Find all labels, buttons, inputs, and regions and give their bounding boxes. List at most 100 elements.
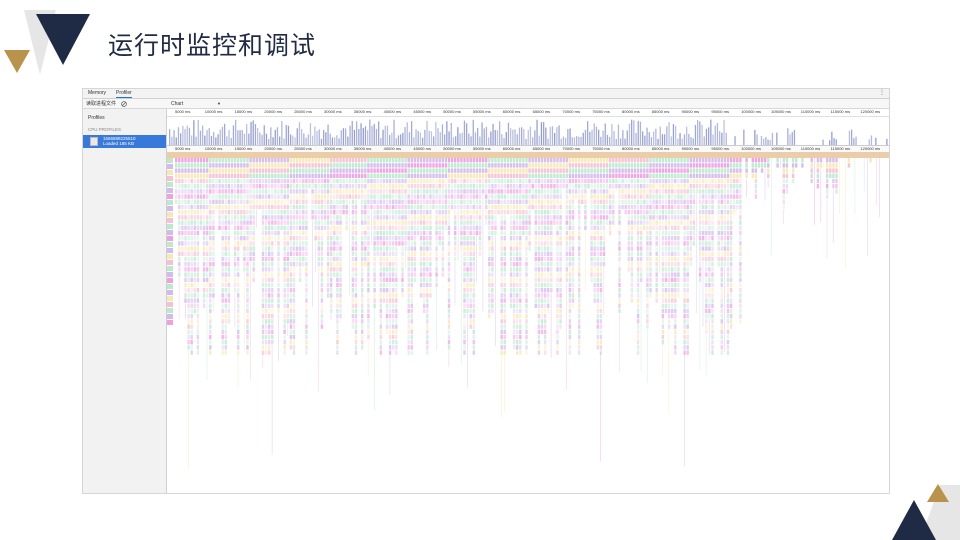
flame-frame [491,210,494,215]
flame-frame [286,210,289,215]
flame-frame [494,173,497,178]
flame-frame [692,225,696,230]
flame-frame [209,225,212,230]
tab-memory[interactable]: Memory [88,90,106,97]
flame-frame [460,168,463,173]
overview-bar [265,133,268,145]
flame-frame [516,277,519,282]
flame-frame [646,303,649,308]
flame-frame [646,298,649,303]
flame-frame [261,329,265,334]
flame-frame [720,308,723,314]
flame-frame [339,210,342,215]
flame-frame [233,220,237,225]
flame-frame [392,178,395,184]
cpu-profile-item[interactable]: 1566889225510 Loaded 185 KB [83,135,166,148]
flame-frame [395,314,398,319]
flame-frame [686,210,689,215]
clear-icon[interactable] [121,101,127,107]
profiles-heading[interactable]: Profiles [88,115,105,121]
flame-frame [454,241,457,246]
flame-frame [252,262,255,267]
flame-frame [596,334,599,340]
flame-frame [206,241,209,246]
flame-frame [345,215,348,220]
flame-frame [193,189,196,194]
cpu-overview-graph[interactable] [167,117,889,145]
flame-frame [550,251,553,256]
flame-frame [509,163,513,168]
flame-frame [404,241,407,246]
flame-frame [537,220,541,225]
flame-frame [364,189,367,194]
flame-frame [379,277,382,282]
flame-frame [429,272,432,277]
flame-frame [565,158,568,163]
flame-frame [578,168,581,173]
flame-frame [661,199,665,204]
flame-frame [540,215,544,220]
flame-frame [689,230,692,236]
flame-frame [339,158,342,163]
flame-frame [407,158,410,163]
overview-bar [549,126,551,145]
flame-frame [209,204,212,210]
flame-frame [519,210,522,215]
flame-frame [708,199,711,204]
flame-frame [683,225,686,230]
flame-frame [196,340,200,345]
flame-frame [227,178,231,184]
flame-frame [559,251,562,256]
flame-frame [407,184,410,189]
load-profile-button[interactable]: 读取进程文件 [86,100,116,108]
flame-frame [209,288,212,293]
flame-frame [472,319,475,324]
flame-frame [472,293,475,298]
flame-frame [419,246,423,251]
flame-frame [184,298,187,303]
flame-frame [395,277,398,282]
flame-frame [543,334,547,340]
flame-frame [720,334,723,340]
flame-frame [392,329,395,334]
flame-frame [447,178,451,184]
flame-frame [345,220,348,225]
view-mode-select[interactable]: Chart ▼ [171,100,223,108]
flame-frame [469,262,472,267]
flame-frame [512,293,516,298]
flame-frame [705,293,708,298]
flame-frame [590,168,593,173]
flame-frame [516,215,519,220]
flame-frame [590,184,593,189]
flame-frame [271,272,274,277]
flame-frame [286,189,289,194]
flame-chart[interactable] [167,152,889,494]
flame-frame [674,230,677,236]
flame-frame [466,178,469,184]
flame-frame [636,334,640,340]
flame-frame [268,225,271,230]
flame-frame [221,168,224,173]
flame-frame [543,303,547,308]
flame-frame [336,334,339,340]
overview-tick: 70000 ms [562,109,580,114]
flame-frame [271,246,274,251]
flame-frame [720,350,723,355]
flame-frame [429,215,432,220]
more-menu-icon[interactable]: ⋮ [879,89,885,98]
flame-frame [640,210,643,215]
flame-frame [562,173,565,178]
flame-frame [537,194,541,199]
flame-frame [283,210,286,215]
flame-frame [547,277,550,282]
flame-frame [534,251,537,256]
tab-profiler[interactable]: Profiler [116,90,132,98]
flame-frame [581,168,584,173]
flame-frame [568,178,572,184]
flame-frame [376,194,379,199]
flame-frame [395,236,398,241]
flame-frame [556,230,559,236]
flame-frame [410,241,413,246]
flame-frame [664,267,668,272]
flame-frame [317,215,320,220]
